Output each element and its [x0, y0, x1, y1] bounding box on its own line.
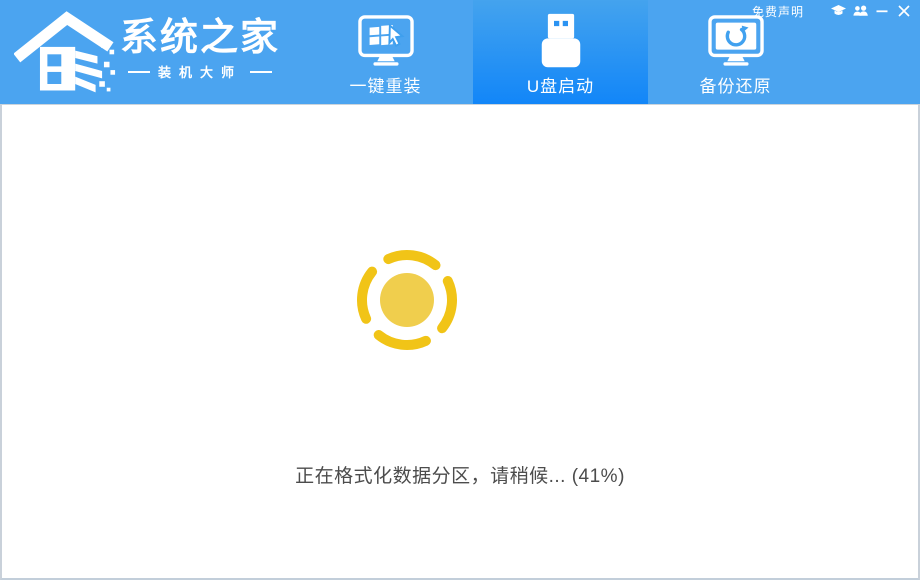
- users-icon[interactable]: [850, 2, 870, 20]
- status-text: 正在格式化数据分区，请稍候... (41%): [295, 466, 625, 487]
- usb-drive-icon: [536, 13, 586, 68]
- loading-spinner-icon: [357, 250, 457, 350]
- minimize-button[interactable]: [872, 2, 892, 20]
- subtitle-dash-right: [250, 70, 273, 73]
- tab-label: U盘启动: [526, 77, 595, 96]
- app-header: 系统之家 装机大师 一键重装 U盘启动 备份还原 免费声明: [0, 0, 920, 104]
- subtitle-dash-left: [128, 70, 150, 73]
- main-tabs: 一键重装 U盘启动 备份还原: [298, 0, 823, 104]
- main-content: 正在格式化数据分区，请稍候... (41%): [0, 104, 920, 580]
- tab-onekey-reinstall[interactable]: 一键重装: [298, 0, 473, 104]
- titlebar-controls: 免费声明: [752, 2, 914, 20]
- brand-logo: 系统之家 装机大师: [14, 6, 280, 98]
- monitor-restore-icon: [706, 14, 766, 68]
- brand-subtitle-label: 装机大师: [158, 65, 243, 80]
- brand-title: 系统之家: [120, 17, 281, 59]
- monitor-windows-cursor-icon: [356, 14, 416, 68]
- brand-text: 系统之家 装机大师: [120, 18, 280, 81]
- tab-label: 备份还原: [699, 77, 772, 96]
- house-pixel-icon: [14, 11, 116, 93]
- tab-usb-boot[interactable]: U盘启动: [473, 0, 648, 104]
- close-button[interactable]: [894, 2, 914, 20]
- disclaimer-link[interactable]: 免费声明: [752, 3, 804, 20]
- app-window: 系统之家 装机大师 一键重装 U盘启动 备份还原 免费声明 正在格式化数据分区，…: [0, 0, 920, 580]
- graduation-cap-icon[interactable]: [828, 2, 848, 20]
- tab-label: 一键重装: [349, 77, 422, 96]
- brand-subtitle: 装机大师: [120, 62, 280, 81]
